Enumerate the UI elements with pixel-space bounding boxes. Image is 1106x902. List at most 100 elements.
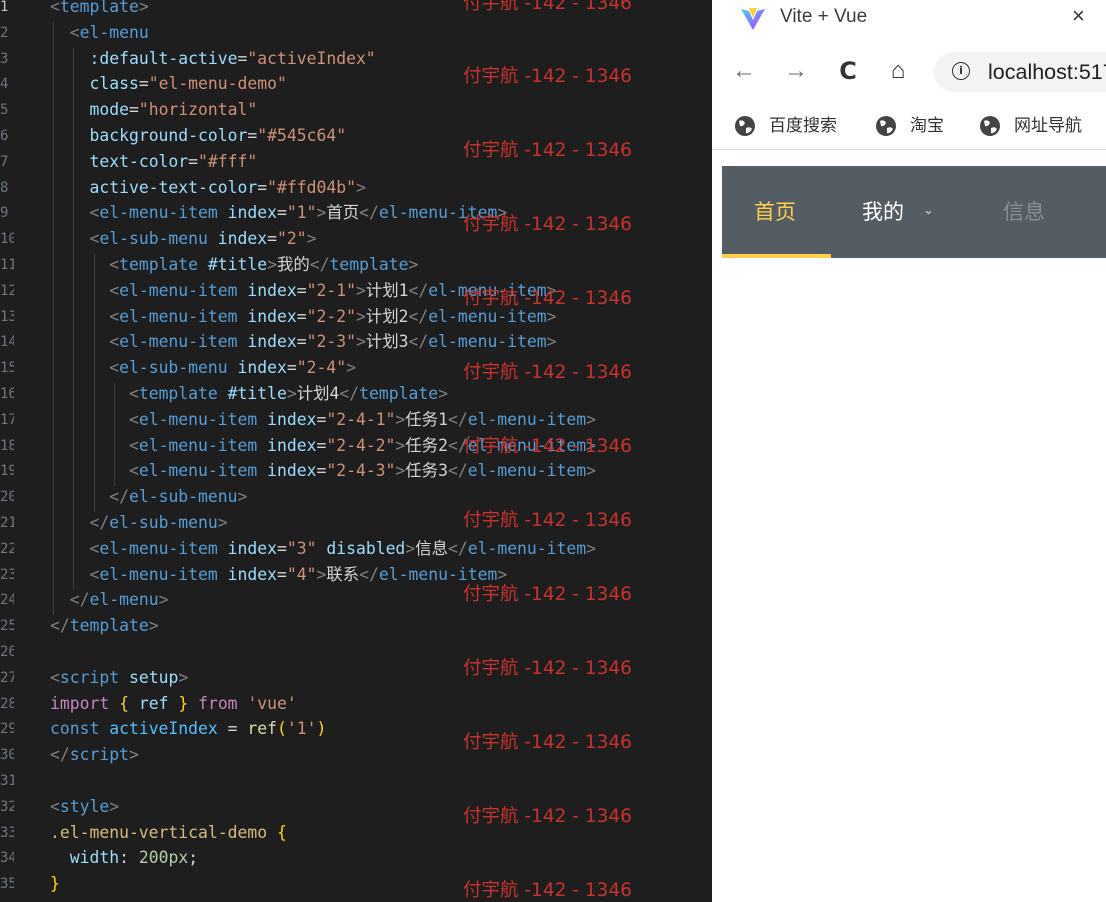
code-line[interactable]: } bbox=[50, 871, 60, 897]
code-token: index bbox=[227, 538, 277, 558]
code-token: script bbox=[59, 667, 120, 687]
code-token: index bbox=[237, 358, 287, 378]
code-token: el-menu-item bbox=[138, 409, 258, 429]
code-line[interactable]: background-color="#545c64" bbox=[50, 123, 346, 149]
code-token: = bbox=[247, 126, 258, 145]
code-token: </ bbox=[50, 745, 70, 765]
code-token: el-menu-item bbox=[378, 564, 498, 584]
code-token: > bbox=[286, 384, 297, 403]
site-info-icon[interactable]: i bbox=[952, 62, 970, 80]
code-line[interactable]: <el-menu-item index="1">首页</el-menu-item… bbox=[50, 200, 507, 226]
code-line[interactable]: active-text-color="#ffd04b"> bbox=[50, 175, 365, 201]
code-line[interactable]: </template> bbox=[50, 613, 159, 639]
code-line[interactable]: width: 200px; bbox=[50, 845, 198, 871]
code-token: > bbox=[178, 667, 189, 687]
menu-item-info-disabled: 信息 bbox=[1003, 200, 1045, 224]
code-token: "4" bbox=[286, 564, 317, 584]
code-line[interactable]: </script> bbox=[50, 742, 139, 768]
code-line[interactable]: <el-menu-item index="2-4-3">任务3</el-menu… bbox=[50, 458, 596, 484]
code-token: text-color bbox=[89, 151, 189, 171]
code-line[interactable]: class="el-menu-demo" bbox=[50, 71, 286, 97]
watermark-text: 付宇航 -142 - 1346 bbox=[463, 362, 632, 383]
address-text[interactable]: localhost:5173 bbox=[988, 59, 1106, 85]
code-line[interactable]: :default-active="activeIndex" bbox=[50, 46, 376, 72]
code-token: template bbox=[69, 616, 149, 636]
code-token: "2-4" bbox=[296, 358, 347, 378]
code-line[interactable]: </el-menu> bbox=[50, 587, 169, 613]
code-token: < bbox=[109, 280, 120, 300]
back-arrow-icon[interactable]: ← bbox=[730, 56, 758, 86]
code-token: < bbox=[109, 255, 120, 274]
forward-arrow-icon[interactable]: → bbox=[782, 56, 810, 86]
tab-close-icon[interactable]: × bbox=[1072, 4, 1085, 28]
code-line[interactable]: mode="horizontal" bbox=[50, 97, 257, 123]
code-line[interactable]: <template #title>我的</template> bbox=[50, 252, 418, 278]
code-token: '1' bbox=[286, 719, 317, 739]
code-token: template bbox=[119, 255, 199, 274]
code-line[interactable]: text-color="#fff" bbox=[50, 149, 257, 175]
home-icon[interactable]: ⌂ bbox=[884, 56, 912, 86]
code-line[interactable]: </style> bbox=[50, 897, 129, 902]
globe-icon bbox=[980, 116, 1000, 136]
code-token: </ bbox=[69, 590, 90, 610]
code-editor[interactable]: 1 2 3 4 5 6 7 8 9 10 11 12 13 14 15 16 17 18 19 20 21 22 23 24 2… bbox=[0, 0, 712, 902]
code-token: ( bbox=[277, 719, 287, 739]
code-line[interactable]: <el-menu-item index="2-4-1">任务1</el-menu… bbox=[50, 407, 596, 433]
code-line[interactable]: <el-sub-menu index="2-4"> bbox=[50, 355, 356, 381]
browser-window: Vite + Vue × ← → C ⌂ i localhost:5173 百度… bbox=[712, 0, 1106, 902]
code-line[interactable]: <el-sub-menu index="2"> bbox=[50, 226, 317, 252]
code-token: "horizontal" bbox=[138, 100, 258, 120]
code-token: > bbox=[586, 538, 597, 558]
code-line[interactable]: </el-sub-menu> bbox=[50, 484, 247, 510]
code-token: > bbox=[395, 461, 406, 481]
code-line[interactable]: <template #title>计划4</template> bbox=[50, 381, 448, 407]
code-token: template bbox=[138, 384, 218, 403]
code-token: "activeIndex" bbox=[247, 48, 376, 68]
reload-icon[interactable]: C bbox=[834, 56, 862, 86]
watermark-text: 付宇航 -142 - 1346 bbox=[463, 806, 632, 827]
code-line[interactable]: <el-menu bbox=[50, 20, 149, 46]
code-line[interactable]: const activeIndex = ref('1') bbox=[50, 716, 326, 742]
code-line[interactable]: <el-menu-item index="4">联系</el-menu-item… bbox=[50, 562, 507, 588]
code-line[interactable]: .el-menu-vertical-demo { bbox=[50, 820, 287, 846]
code-token: 计划1 bbox=[365, 280, 409, 300]
address-bar[interactable]: i localhost:5173 bbox=[934, 52, 1106, 92]
code-token: } bbox=[178, 693, 189, 713]
tab-title[interactable]: Vite + Vue bbox=[780, 6, 867, 28]
code-token: ref bbox=[247, 719, 277, 739]
code-line[interactable]: <template> bbox=[50, 0, 149, 20]
code-token: el-menu-item bbox=[119, 306, 238, 326]
submenu-mine[interactable]: 我的 bbox=[862, 166, 904, 258]
code-token: template bbox=[359, 384, 439, 403]
code-token: = bbox=[316, 461, 327, 481]
watermark-text: 付宇航 -142 - 1346 bbox=[463, 732, 632, 753]
code-token: el-menu-item bbox=[467, 538, 587, 558]
code-line[interactable]: <script setup> bbox=[50, 665, 188, 691]
code-line[interactable]: <el-menu-item index="2-3">计划3</el-menu-i… bbox=[50, 329, 556, 355]
code-line[interactable]: import { ref } from 'vue' bbox=[50, 691, 297, 717]
code-line[interactable]: </el-sub-menu> bbox=[50, 510, 227, 536]
menu-item-home[interactable]: 首页 bbox=[754, 166, 796, 258]
code-token: 任务2 bbox=[405, 435, 448, 455]
code-token: = bbox=[316, 435, 327, 455]
code-line[interactable]: <el-menu-item index="3" disabled>信息</el-… bbox=[50, 536, 596, 562]
globe-icon bbox=[735, 116, 755, 136]
code-token: > bbox=[306, 229, 317, 249]
code-token: < bbox=[128, 409, 139, 429]
code-token: el-menu-item bbox=[99, 564, 218, 584]
code-line[interactable]: <style> bbox=[50, 794, 119, 820]
bookmark-label: 网址导航 bbox=[1014, 116, 1082, 136]
code-token: "2-4-3" bbox=[326, 461, 396, 481]
